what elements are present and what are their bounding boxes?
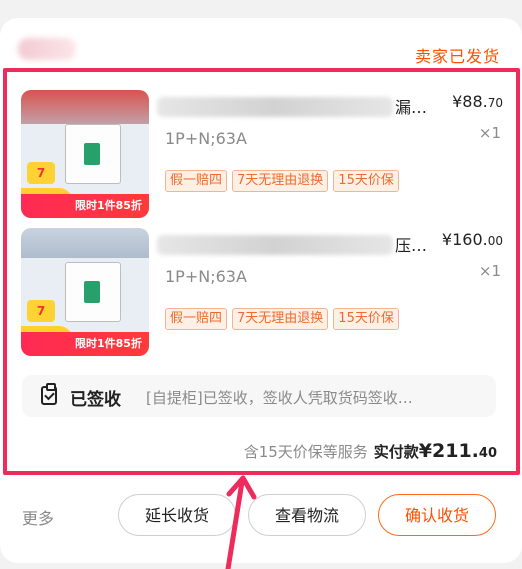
more-button[interactable]: 更多 xyxy=(22,505,54,529)
highlight-frame xyxy=(3,68,520,475)
order-status: 卖家已发货 xyxy=(414,47,500,66)
shop-name-redacted xyxy=(18,38,76,60)
confirm-receipt-button[interactable]: 确认收货 xyxy=(378,494,496,536)
extend-receipt-button[interactable]: 延长收货 xyxy=(118,494,236,536)
view-logistics-button[interactable]: 查看物流 xyxy=(248,494,366,536)
